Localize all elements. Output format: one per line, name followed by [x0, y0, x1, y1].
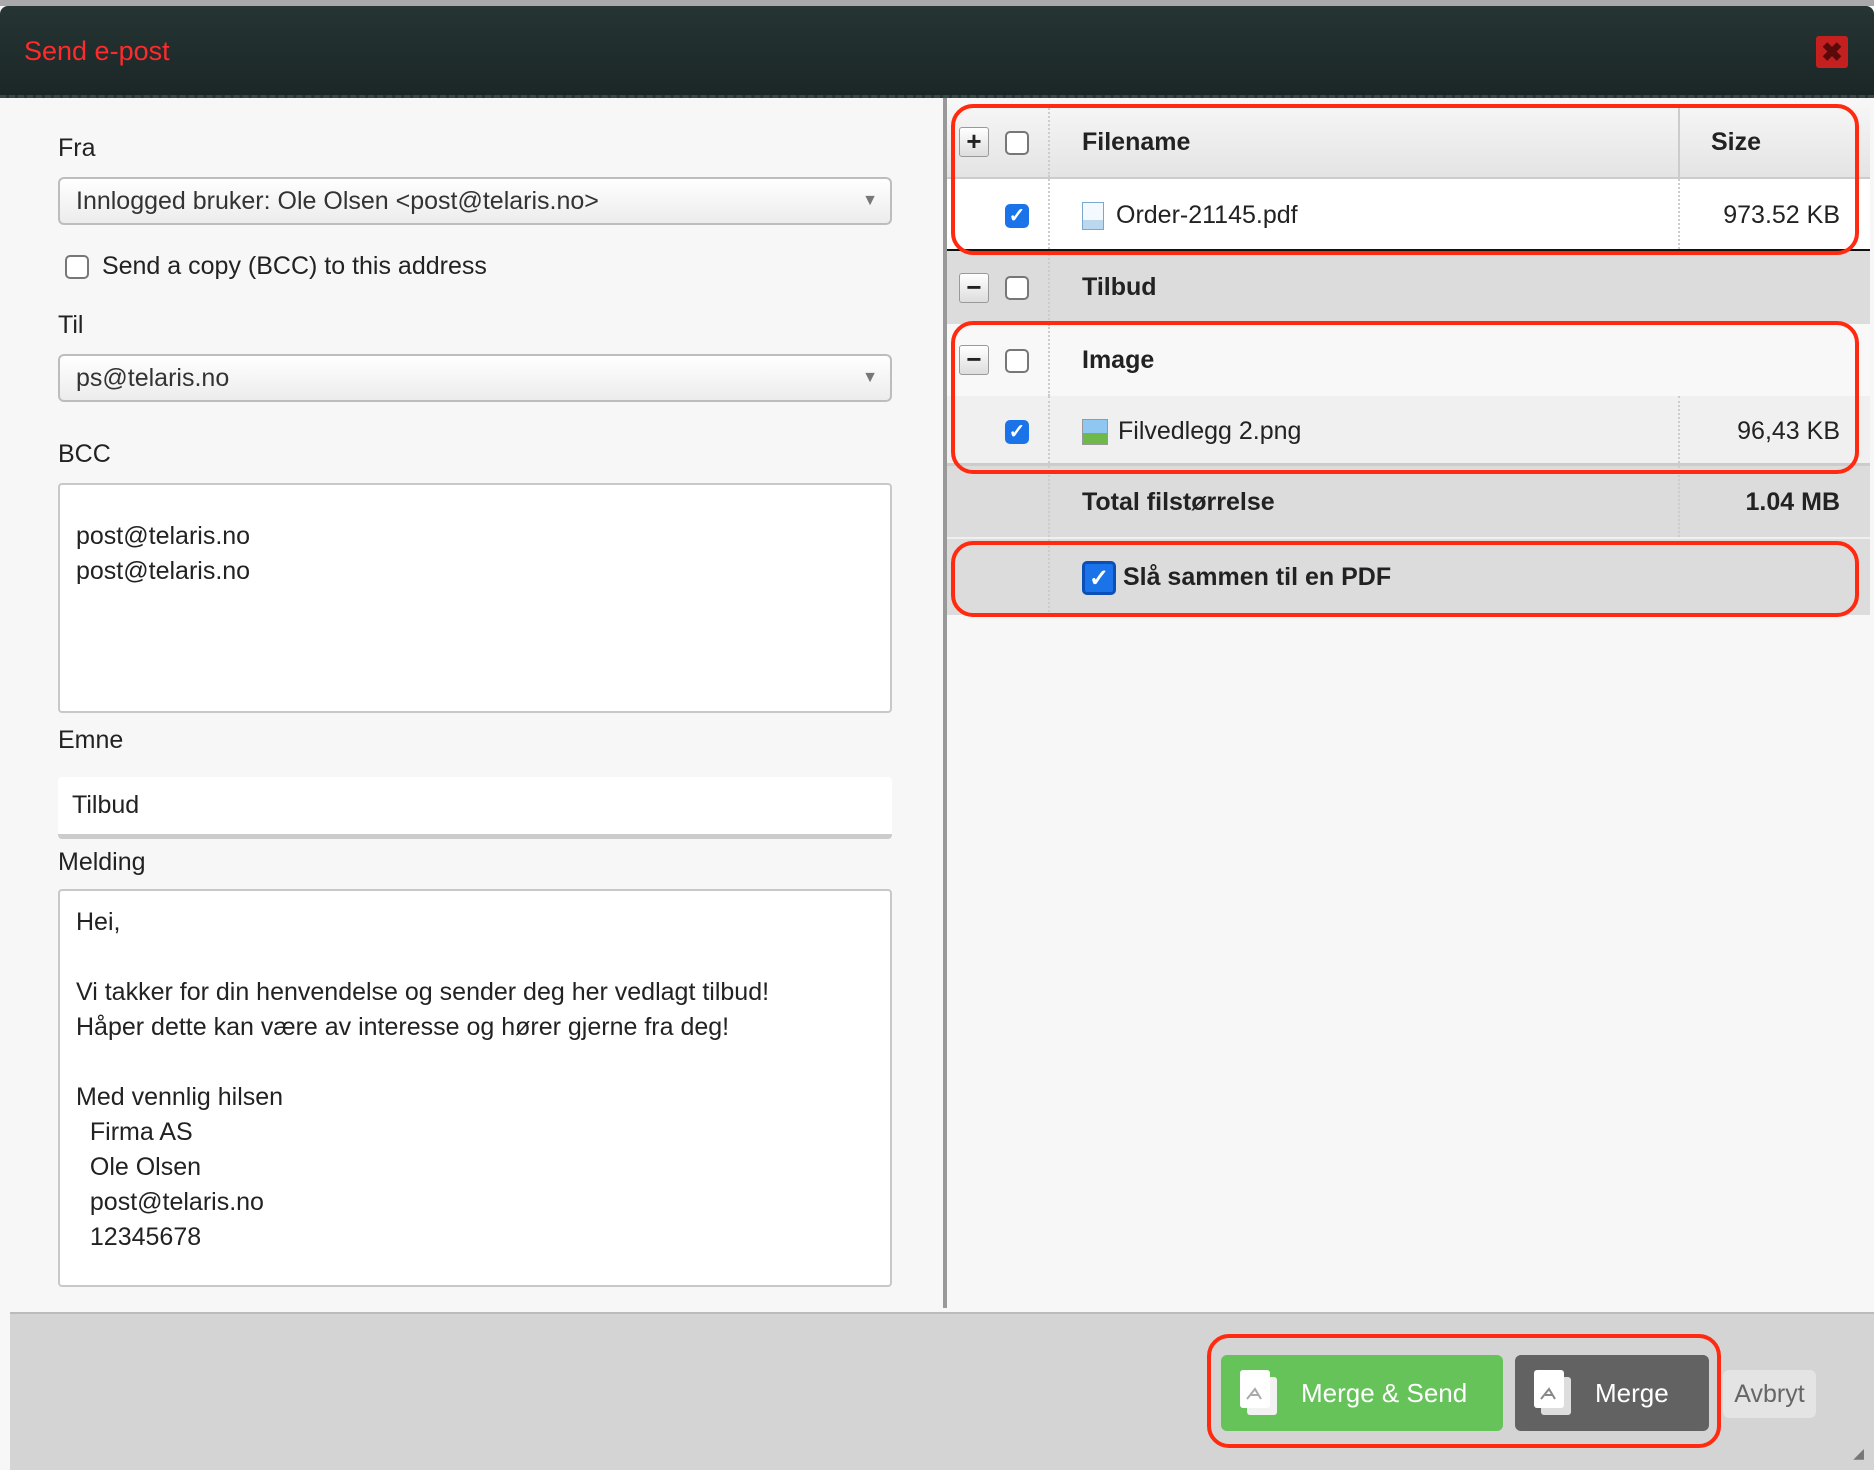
to-label: Til [58, 311, 84, 339]
bcc-label: BCC [58, 440, 111, 468]
merge-pdf-checkbox[interactable]: ✓ [1082, 561, 1116, 596]
group-row-tilbud[interactable]: − Tilbud [947, 251, 1870, 324]
file-name: Order-21145.pdf [1082, 179, 1298, 251]
file-size: 96,43 KB [1737, 417, 1840, 445]
file-checkbox[interactable]: ✓ [1005, 396, 1029, 466]
chevron-down-icon: ▼ [862, 369, 878, 386]
bcc-copy-label: Send a copy (BCC) to this address [101, 252, 487, 280]
cancel-button[interactable]: Avbryt [1723, 1370, 1816, 1418]
group-row-image[interactable]: − Image [947, 324, 1870, 396]
table-header: + Filename Size [947, 105, 1870, 179]
group-checkbox[interactable] [1005, 324, 1029, 396]
col-filename[interactable]: Filename [1082, 105, 1190, 179]
dialog-footer: Merge & Send Merge Avbryt ◢ [10, 1312, 1874, 1470]
chevron-down-icon: ▼ [862, 192, 878, 209]
resize-grip-icon[interactable]: ◢ [1853, 1445, 1864, 1462]
group-name: Tilbud [1082, 273, 1157, 301]
group-name: Image [1082, 346, 1155, 374]
send-email-dialog: Send e-post ✖ Fra Innlogged bruker: Ole … [0, 6, 1874, 1470]
from-value: Innlogged bruker: Ole Olsen <post@telari… [76, 187, 599, 215]
total-value: 1.04 MB [1745, 488, 1840, 516]
select-all-checkbox[interactable] [1005, 105, 1029, 179]
total-label: Total filstørrelse [1082, 488, 1275, 516]
collapse-minus-icon[interactable]: − [959, 273, 989, 303]
expand-all-plus-icon[interactable]: + [959, 127, 989, 157]
from-select[interactable]: Innlogged bruker: Ole Olsen <post@telari… [58, 177, 892, 225]
col-size[interactable]: Size [1711, 105, 1761, 179]
subject-label: Emne [58, 726, 124, 754]
to-select[interactable]: ps@telaris.no ▼ [58, 354, 892, 402]
total-row: Total filstørrelse 1.04 MB [947, 466, 1870, 539]
pdf-icon [1534, 1370, 1571, 1415]
merge-pdf-label: Slå sammen til en PDF [1122, 563, 1392, 591]
bcc-textarea[interactable]: post@telaris.no post@telaris.no [58, 483, 892, 713]
file-checkbox[interactable]: ✓ [1005, 179, 1029, 251]
to-value: ps@telaris.no [76, 364, 230, 392]
pdf-icon [1240, 1370, 1277, 1415]
subject-input[interactable]: Tilbud [58, 777, 892, 839]
document-icon [1082, 202, 1104, 231]
close-icon[interactable]: ✖ [1816, 36, 1848, 68]
bcc-copy-checkbox[interactable] [65, 255, 89, 280]
file-size: 973.52 KB [1723, 201, 1840, 229]
table-row[interactable]: ✓ Order-21145.pdf 973.52 KB [947, 179, 1870, 251]
table-row[interactable]: ✓ Filvedlegg 2.png 96,43 KB [947, 396, 1870, 466]
file-name: Filvedlegg 2.png [1082, 396, 1301, 466]
merge-pdf-option[interactable]: ✓ Slå sammen til en PDF [1082, 539, 1391, 615]
dialog-titlebar[interactable]: Send e-post ✖ [0, 6, 1874, 98]
message-textarea[interactable]: Hei, Vi takker for din henvendelse og se… [58, 889, 892, 1287]
message-label: Melding [58, 848, 146, 876]
group-checkbox[interactable] [1005, 251, 1029, 324]
merge-button[interactable]: Merge [1515, 1355, 1709, 1431]
image-icon [1082, 419, 1108, 446]
bcc-copy-option[interactable]: Send a copy (BCC) to this address [65, 252, 487, 281]
merge-pdf-row[interactable]: ✓ Slå sammen til en PDF [947, 539, 1870, 615]
collapse-minus-icon[interactable]: − [959, 345, 989, 375]
dialog-title: Send e-post [24, 36, 170, 66]
from-label: Fra [58, 134, 96, 162]
email-form: Fra Innlogged bruker: Ole Olsen <post@te… [10, 98, 943, 1312]
merge-send-button[interactable]: Merge & Send [1221, 1355, 1503, 1431]
